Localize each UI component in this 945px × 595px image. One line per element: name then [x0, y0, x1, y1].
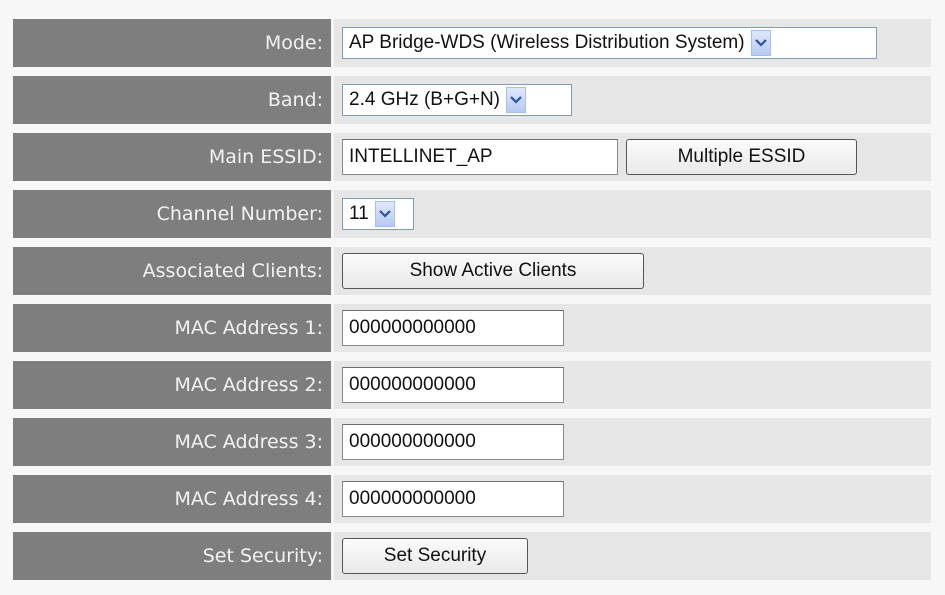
associated-clients-cell: Show Active Clients	[334, 247, 931, 295]
channel-label: Channel Number:	[13, 190, 334, 238]
set-security-row: Set Security: Set Security	[13, 532, 931, 580]
mac-address-3-input[interactable]: 000000000000	[342, 424, 564, 460]
band-select-value: 2.4 GHz (B+G+N)	[349, 89, 500, 110]
mac-address-3-label: MAC Address 3:	[13, 418, 334, 466]
essid-cell: INTELLINET_AP Multiple ESSID	[334, 133, 931, 181]
wireless-settings-form: Mode: AP Bridge-WDS (Wireless Distributi…	[13, 19, 931, 589]
mode-select-value: AP Bridge-WDS (Wireless Distribution Sys…	[349, 32, 745, 53]
set-security-label: Set Security:	[13, 532, 334, 580]
mac-address-1-input[interactable]: 000000000000	[342, 310, 564, 346]
mode-cell: AP Bridge-WDS (Wireless Distribution Sys…	[334, 19, 931, 67]
mac-address-1-cell: 000000000000	[334, 304, 931, 352]
mac-address-3-row: MAC Address 3: 000000000000	[13, 418, 931, 466]
chevron-down-icon[interactable]	[506, 87, 526, 113]
essid-label: Main ESSID:	[13, 133, 334, 181]
mode-row: Mode: AP Bridge-WDS (Wireless Distributi…	[13, 19, 931, 67]
mac-address-4-row: MAC Address 4: 000000000000	[13, 475, 931, 523]
set-security-button[interactable]: Set Security	[342, 538, 528, 574]
band-select[interactable]: 2.4 GHz (B+G+N)	[342, 84, 572, 116]
mac-address-2-input[interactable]: 000000000000	[342, 367, 564, 403]
chevron-down-icon[interactable]	[374, 201, 395, 227]
show-active-clients-button[interactable]: Show Active Clients	[342, 253, 644, 289]
band-cell: 2.4 GHz (B+G+N)	[334, 76, 931, 124]
chevron-down-icon[interactable]	[750, 30, 771, 56]
associated-clients-row: Associated Clients: Show Active Clients	[13, 247, 931, 295]
essid-row: Main ESSID: INTELLINET_AP Multiple ESSID	[13, 133, 931, 181]
band-label: Band:	[13, 76, 334, 124]
mac-address-2-label: MAC Address 2:	[13, 361, 334, 409]
essid-input[interactable]: INTELLINET_AP	[342, 139, 618, 175]
mac-address-3-cell: 000000000000	[334, 418, 931, 466]
channel-select-value: 11	[349, 203, 369, 224]
mac-address-2-cell: 000000000000	[334, 361, 931, 409]
mac-address-1-row: MAC Address 1: 000000000000	[13, 304, 931, 352]
mac-address-4-cell: 000000000000	[334, 475, 931, 523]
mode-label: Mode:	[13, 19, 334, 67]
channel-cell: 11	[334, 190, 931, 238]
band-row: Band: 2.4 GHz (B+G+N)	[13, 76, 931, 124]
set-security-cell: Set Security	[334, 532, 931, 580]
mode-select[interactable]: AP Bridge-WDS (Wireless Distribution Sys…	[342, 27, 877, 59]
multiple-essid-button[interactable]: Multiple ESSID	[626, 139, 857, 175]
mac-address-1-label: MAC Address 1:	[13, 304, 334, 352]
channel-row: Channel Number: 11	[13, 190, 931, 238]
mac-address-2-row: MAC Address 2: 000000000000	[13, 361, 931, 409]
associated-clients-label: Associated Clients:	[13, 247, 334, 295]
mac-address-4-label: MAC Address 4:	[13, 475, 334, 523]
mac-address-4-input[interactable]: 000000000000	[342, 481, 564, 517]
channel-select[interactable]: 11	[342, 198, 414, 230]
